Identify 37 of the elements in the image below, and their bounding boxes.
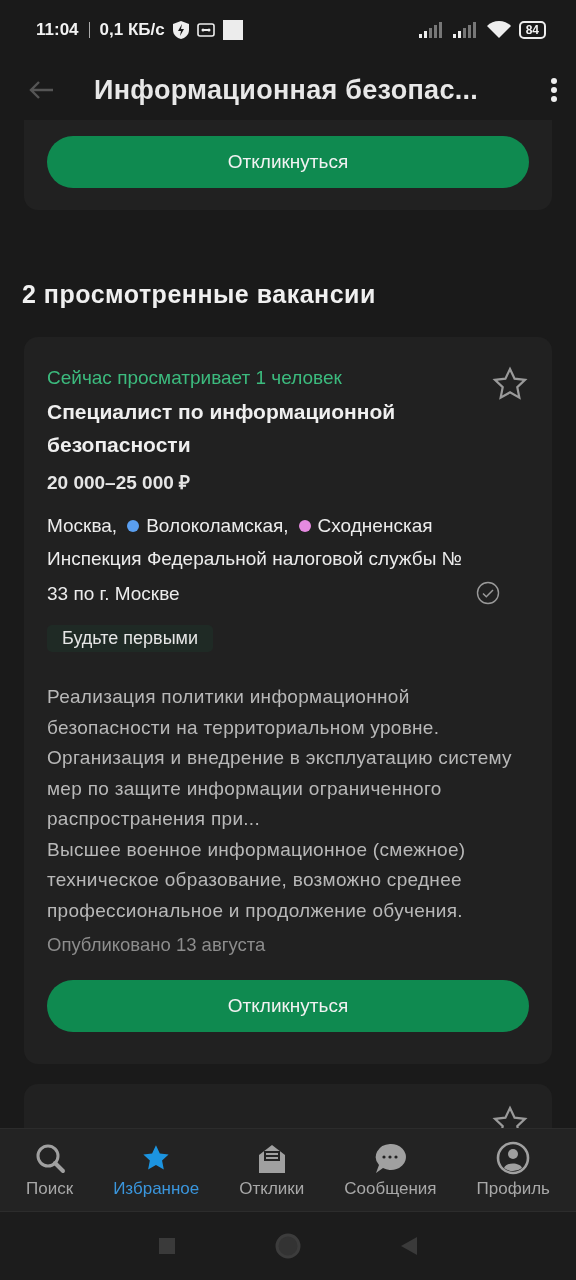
signal-icon (418, 22, 445, 38)
clock-time: 11:04 (36, 20, 79, 40)
tag-label: Будьте первыми (47, 625, 214, 652)
wifi-icon (486, 21, 511, 39)
respond-button[interactable]: Откликнуться (47, 136, 529, 188)
more-menu-icon[interactable] (550, 78, 558, 102)
nav-tab[interactable]: Профиль (476, 1141, 550, 1199)
vacancy-requirements: Высшее военное информационное (смежное) техническое образование, возможно среднее профессиональное и продолжение обучения. (47, 837, 467, 923)
back-icon[interactable] (401, 1237, 417, 1255)
profile-icon (496, 1141, 531, 1175)
signal-icon (452, 22, 479, 38)
chat-bubble-icon (373, 1141, 408, 1175)
battery-indicator: 84 (518, 21, 546, 39)
salary: 20 000–25 000 ₽ (47, 471, 192, 495)
metro-station: Сходненская (317, 514, 433, 538)
publish-date: Опубликовано 13 августа (47, 934, 267, 956)
viewers-note: Сейчас просматривает 1 человек (47, 366, 343, 390)
nav-tab[interactable]: Сообщения (344, 1141, 437, 1199)
vacancy-description: Реализация политики информационной безопасности на территориальном уровне. Организация и внедрение в эксплуатацию систему мер по защите информации ограниченного распространения при... (47, 685, 513, 831)
nav-tab[interactable]: Поиск (26, 1141, 74, 1199)
home-icon[interactable] (275, 1233, 301, 1259)
notification-icon (222, 20, 243, 40)
screen-title: Информационная безопас... (94, 74, 480, 106)
cassette-icon (196, 23, 215, 37)
star-icon[interactable] (491, 365, 529, 403)
nav-tab[interactable]: Избранное (113, 1141, 200, 1199)
city: Москва, (47, 514, 118, 538)
shield-icon (172, 21, 189, 39)
nav-tab[interactable]: Отклики (239, 1141, 305, 1199)
vacancy-title[interactable]: Специалист по информационной безопасности (47, 395, 447, 461)
back-arrow-icon[interactable] (28, 80, 54, 100)
metro-station: Волоколамская, (146, 514, 289, 538)
network-speed: 0,1 КБ/с (99, 20, 165, 40)
respond-button[interactable]: Откликнуться (47, 980, 529, 1032)
employer-name[interactable]: Инспекция Федеральной налоговой службы № 33 по г. Москве (47, 541, 472, 611)
section-heading: 2 просмотренные вакансии (21, 279, 377, 310)
vacancy-card[interactable] (24, 337, 552, 1064)
